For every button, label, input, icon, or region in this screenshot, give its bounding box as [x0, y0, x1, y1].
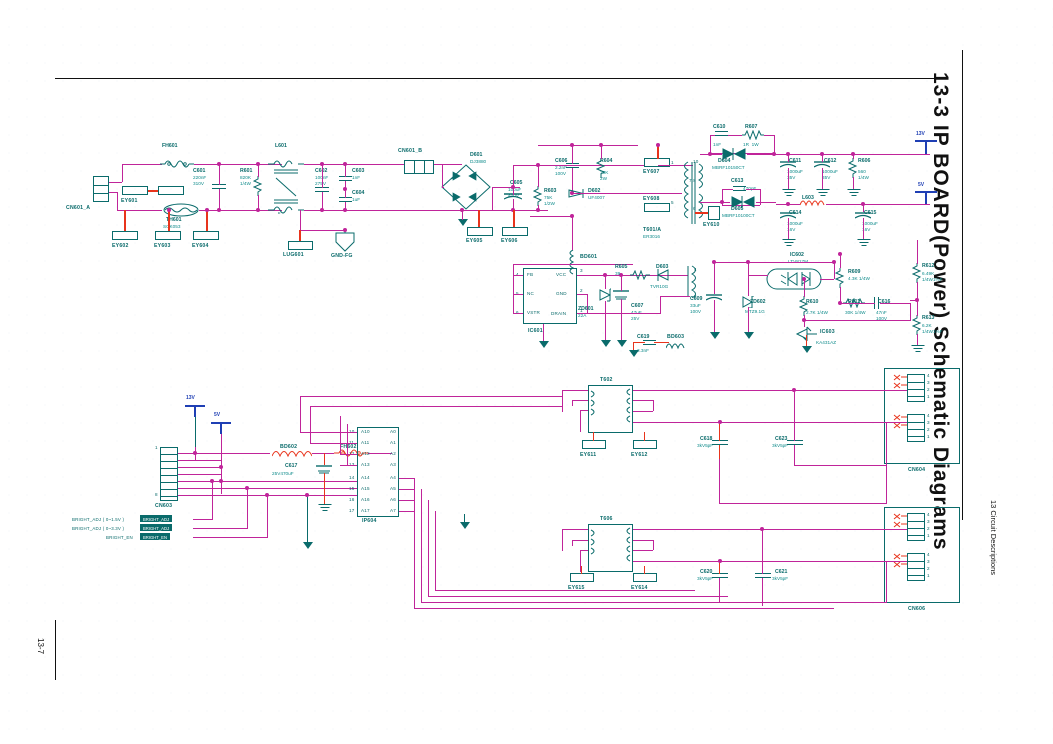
- schematic-page: 13-3 IP BOARD(Power) Schematic Diagrams …: [0, 0, 1053, 744]
- grid-dots: [0, 0, 1053, 744]
